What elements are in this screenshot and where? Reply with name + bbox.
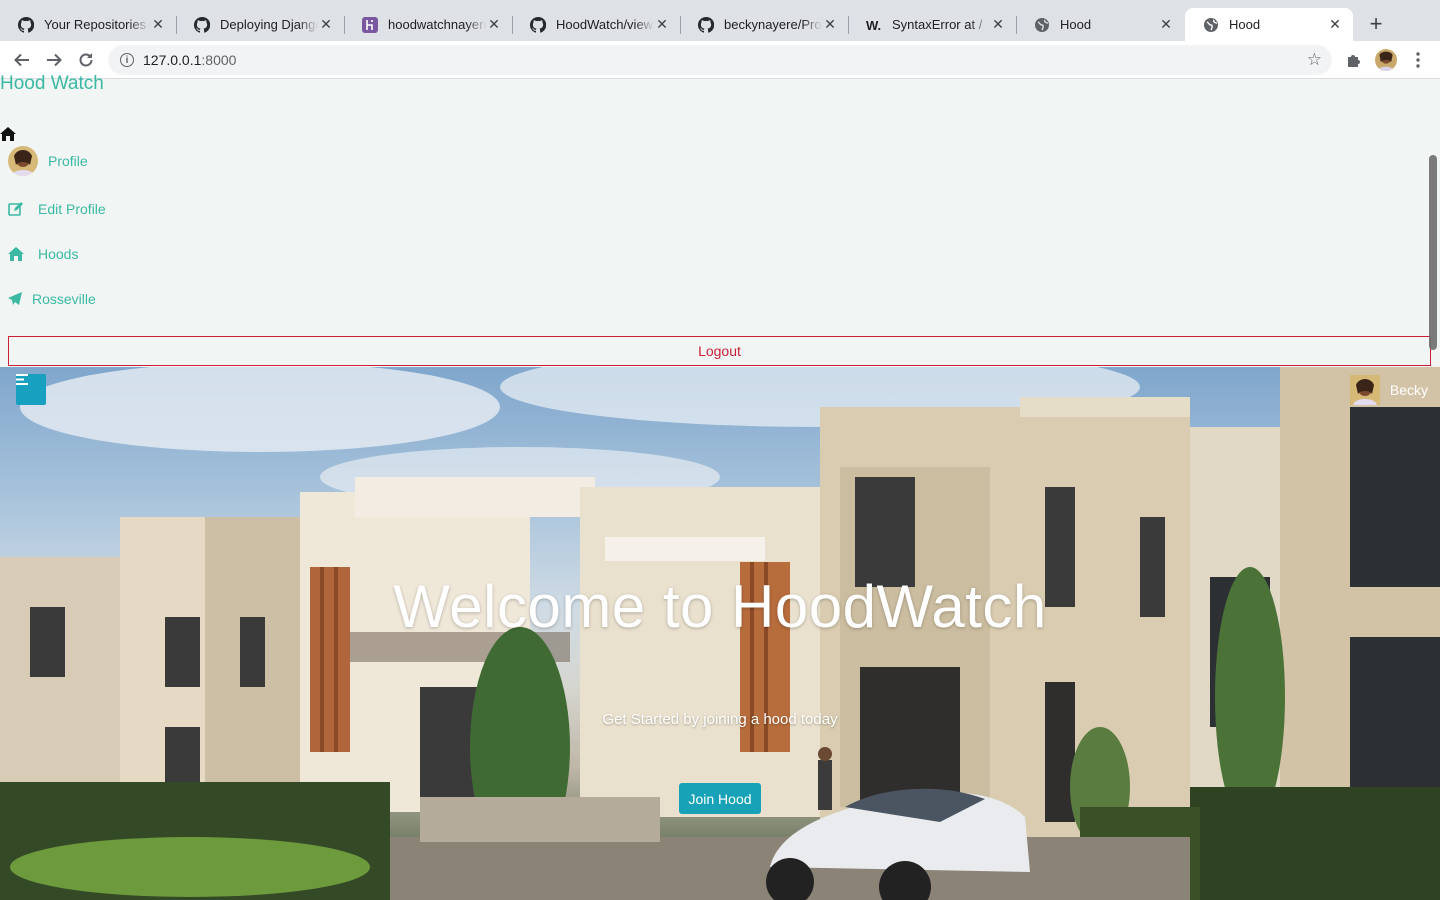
browser-tab[interactable]: Deploying Django ✕ bbox=[176, 8, 344, 41]
forward-icon[interactable] bbox=[42, 48, 66, 72]
tab-title: SyntaxError at / bbox=[892, 17, 983, 32]
close-icon[interactable]: ✕ bbox=[1327, 16, 1343, 33]
close-icon[interactable]: ✕ bbox=[150, 16, 166, 33]
scrollbar[interactable] bbox=[1429, 155, 1437, 350]
close-icon[interactable]: ✕ bbox=[654, 16, 670, 33]
new-tab-button[interactable]: + bbox=[1364, 12, 1388, 36]
page-content: Hood Watch Profile Edit Profile Hoods Ro… bbox=[0, 73, 1440, 900]
bookmark-star-icon[interactable]: ☆ bbox=[1307, 50, 1322, 70]
browser-tab[interactable]: Your Repositories ✕ bbox=[0, 8, 176, 41]
reload-icon[interactable] bbox=[74, 48, 98, 72]
hero-subtitle: Get Started by joining a hood today bbox=[602, 711, 838, 728]
paper-plane-icon bbox=[8, 292, 22, 306]
globe-icon bbox=[1203, 17, 1219, 33]
sidebar-item-profile[interactable]: Profile bbox=[8, 146, 88, 176]
url-port: :8000 bbox=[201, 52, 237, 68]
browser-tab[interactable]: HoodWatch/views ✕ bbox=[512, 8, 680, 41]
globe-icon bbox=[1034, 17, 1050, 33]
tab-title: beckynayere/Proje bbox=[724, 17, 822, 32]
sidebar-item-rosseville[interactable]: Rosseville bbox=[8, 291, 96, 307]
edit-icon bbox=[8, 201, 24, 217]
sidebar-item-edit-profile[interactable]: Edit Profile bbox=[8, 201, 106, 217]
svg-text:W.: W. bbox=[866, 18, 881, 33]
sidebar-item-label: Edit Profile bbox=[38, 201, 106, 217]
hero-title: Welcome to HoodWatch bbox=[393, 573, 1047, 640]
hero-banner: Becky Welcome to HoodWatch Get Started b… bbox=[0, 367, 1440, 900]
profile-avatar[interactable] bbox=[1374, 48, 1398, 72]
sidebar-toggle-button[interactable] bbox=[16, 374, 46, 405]
browser-tab[interactable]: hoodwatchnayere ✕ bbox=[344, 8, 512, 41]
tab-title: Hood bbox=[1060, 17, 1092, 32]
browser-tab-active[interactable]: Hood ✕ bbox=[1185, 8, 1353, 41]
tab-title: HoodWatch/views bbox=[556, 17, 654, 32]
github-icon bbox=[194, 16, 210, 33]
tab-title: Hood bbox=[1229, 17, 1261, 32]
browser-tab[interactable]: Hood ✕ bbox=[1016, 8, 1184, 41]
user-name: Becky bbox=[1389, 382, 1428, 398]
github-icon bbox=[18, 16, 34, 33]
avatar bbox=[1349, 375, 1380, 405]
home-icon bbox=[8, 247, 24, 261]
user-menu[interactable]: Becky bbox=[1349, 375, 1428, 405]
join-hood-button[interactable]: Join Hood bbox=[679, 783, 761, 814]
close-icon[interactable]: ✕ bbox=[990, 16, 1006, 33]
github-icon bbox=[698, 16, 714, 33]
sidebar-item-hoods[interactable]: Hoods bbox=[8, 246, 78, 262]
sidebar-item-label: Rosseville bbox=[32, 291, 96, 307]
browser-tab[interactable]: beckynayere/Proje ✕ bbox=[680, 8, 848, 41]
close-icon[interactable]: ✕ bbox=[1158, 16, 1174, 33]
back-icon[interactable] bbox=[10, 48, 34, 72]
browser-toolbar: i 127.0.0.1:8000 ☆ bbox=[0, 41, 1440, 79]
menu-kebab-icon[interactable] bbox=[1406, 48, 1430, 72]
close-icon[interactable]: ✕ bbox=[318, 16, 334, 33]
tab-title: Your Repositories bbox=[44, 17, 147, 32]
browser-tab-strip: Your Repositories ✕ Deploying Django ✕ h… bbox=[0, 0, 1440, 41]
address-bar[interactable]: i 127.0.0.1:8000 ☆ bbox=[108, 45, 1332, 75]
logout-button[interactable]: Logout bbox=[8, 336, 1431, 366]
github-icon bbox=[530, 16, 546, 33]
tab-title: hoodwatchnayere bbox=[388, 17, 486, 32]
sidebar-item-label: Profile bbox=[48, 153, 88, 169]
heroku-icon bbox=[362, 16, 378, 33]
info-icon[interactable]: i bbox=[120, 53, 134, 67]
w-icon: W. bbox=[866, 17, 882, 33]
browser-tab[interactable]: W. SyntaxError at / ✕ bbox=[848, 8, 1016, 41]
brand-link[interactable]: Hood Watch bbox=[0, 73, 104, 95]
close-icon[interactable]: ✕ bbox=[822, 16, 838, 33]
close-icon[interactable]: ✕ bbox=[486, 16, 502, 33]
avatar bbox=[8, 146, 38, 176]
home-icon[interactable] bbox=[0, 127, 16, 146]
extensions-icon[interactable] bbox=[1342, 48, 1366, 72]
tab-title: Deploying Django bbox=[220, 17, 318, 32]
sidebar-item-label: Hoods bbox=[38, 246, 79, 262]
url-host: 127.0.0.1 bbox=[143, 52, 202, 68]
